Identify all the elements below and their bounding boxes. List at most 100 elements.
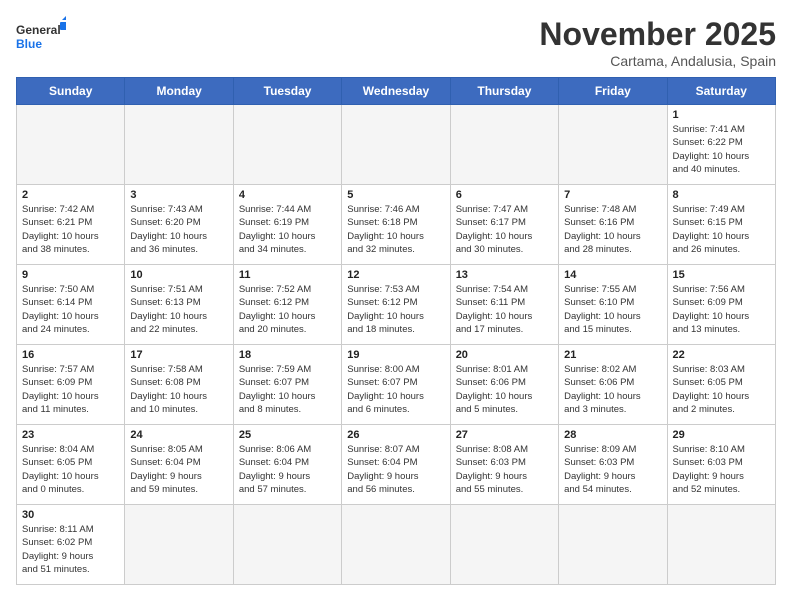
- day-info: Sunrise: 8:04 AMSunset: 6:05 PMDaylight:…: [22, 443, 119, 496]
- logo-svg: General Blue: [16, 16, 66, 56]
- calendar-day-header: Friday: [559, 78, 667, 105]
- calendar-day-cell: 18Sunrise: 7:59 AMSunset: 6:07 PMDayligh…: [233, 345, 341, 425]
- calendar-day-cell: 27 Sunrise: 8:08 AMSunset: 6:03 PMDayligh…: [450, 425, 558, 505]
- day-info: Sunrise: 7:52 AMSunset: 6:12 PMDaylight:…: [239, 283, 336, 336]
- calendar-day-cell: [125, 105, 233, 185]
- calendar-day-header: Saturday: [667, 78, 775, 105]
- day-info: Sunrise: 8:07 AMSunset: 6:04 PMDaylight:…: [347, 443, 444, 496]
- calendar-week-row: 30 Sunrise: 8:11 AMSunset: 6:02 PMDayligh…: [17, 505, 776, 585]
- calendar-day-cell: 20 Sunrise: 8:01 AMSunset: 6:06 PMDayligh…: [450, 345, 558, 425]
- day-info: Sunrise: 7:46 AMSunset: 6:18 PMDaylight:…: [347, 203, 444, 256]
- day-info: Sunrise: 7:55 AMSunset: 6:10 PMDaylight:…: [564, 283, 661, 336]
- calendar-day-cell: 19Sunrise: 8:00 AMSunset: 6:07 PMDayligh…: [342, 345, 450, 425]
- day-info: Sunrise: 7:44 AMSunset: 6:19 PMDaylight:…: [239, 203, 336, 256]
- day-number: 20: [456, 349, 553, 361]
- day-number: 15: [673, 269, 770, 281]
- calendar-day-cell: [667, 505, 775, 585]
- calendar-day-cell: 26 Sunrise: 8:07 AMSunset: 6:04 PMDayligh…: [342, 425, 450, 505]
- day-number: 14: [564, 269, 661, 281]
- day-info: Sunrise: 7:54 AMSunset: 6:11 PMDaylight:…: [456, 283, 553, 336]
- calendar-day-cell: [342, 505, 450, 585]
- svg-text:Blue: Blue: [16, 37, 42, 51]
- calendar-day-cell: [450, 105, 558, 185]
- day-info: Sunrise: 8:09 AMSunset: 6:03 PMDaylight:…: [564, 443, 661, 496]
- calendar-day-cell: 17 Sunrise: 7:58 AMSunset: 6:08 PMDayligh…: [125, 345, 233, 425]
- day-number: 2: [22, 189, 119, 201]
- calendar-day-cell: 29Sunrise: 8:10 AMSunset: 6:03 PMDayligh…: [667, 425, 775, 505]
- calendar-day-cell: [233, 105, 341, 185]
- calendar-day-cell: 15 Sunrise: 7:56 AMSunset: 6:09 PMDayligh…: [667, 265, 775, 345]
- title-area: November 2025 Cartama, Andalusia, Spain: [539, 16, 776, 69]
- day-info: Sunrise: 7:56 AMSunset: 6:09 PMDaylight:…: [673, 283, 770, 336]
- calendar-table: SundayMondayTuesdayWednesdayThursdayFrid…: [16, 77, 776, 585]
- day-info: Sunrise: 8:01 AMSunset: 6:06 PMDaylight:…: [456, 363, 553, 416]
- day-info: Sunrise: 8:11 AMSunset: 6:02 PMDaylight:…: [22, 523, 119, 576]
- calendar-day-header: Wednesday: [342, 78, 450, 105]
- svg-text:General: General: [16, 23, 61, 37]
- day-info: Sunrise: 7:57 AMSunset: 6:09 PMDaylight:…: [22, 363, 119, 416]
- calendar-day-cell: [559, 105, 667, 185]
- calendar-week-row: 23Sunrise: 8:04 AMSunset: 6:05 PMDayligh…: [17, 425, 776, 505]
- day-number: 16: [22, 349, 119, 361]
- day-number: 17: [130, 349, 227, 361]
- calendar-week-row: 1Sunrise: 7:41 AMSunset: 6:22 PMDaylight…: [17, 105, 776, 185]
- day-number: 3: [130, 189, 227, 201]
- calendar-day-cell: 5 Sunrise: 7:46 AMSunset: 6:18 PMDaylight…: [342, 185, 450, 265]
- day-number: 27: [456, 429, 553, 441]
- day-info: Sunrise: 7:49 AMSunset: 6:15 PMDaylight:…: [673, 203, 770, 256]
- calendar-day-cell: 21Sunrise: 8:02 AMSunset: 6:06 PMDayligh…: [559, 345, 667, 425]
- day-number: 9: [22, 269, 119, 281]
- day-info: Sunrise: 7:48 AMSunset: 6:16 PMDaylight:…: [564, 203, 661, 256]
- calendar-day-header: Sunday: [17, 78, 125, 105]
- day-info: Sunrise: 7:58 AMSunset: 6:08 PMDaylight:…: [130, 363, 227, 416]
- day-number: 6: [456, 189, 553, 201]
- day-info: Sunrise: 7:50 AMSunset: 6:14 PMDaylight:…: [22, 283, 119, 336]
- day-number: 5: [347, 189, 444, 201]
- day-info: Sunrise: 8:08 AMSunset: 6:03 PMDaylight:…: [456, 443, 553, 496]
- day-info: Sunrise: 8:06 AMSunset: 6:04 PMDaylight:…: [239, 443, 336, 496]
- calendar-day-cell: 22 Sunrise: 8:03 AMSunset: 6:05 PMDayligh…: [667, 345, 775, 425]
- calendar-day-cell: [559, 505, 667, 585]
- day-number: 26: [347, 429, 444, 441]
- calendar-day-cell: [125, 505, 233, 585]
- day-info: Sunrise: 7:51 AMSunset: 6:13 PMDaylight:…: [130, 283, 227, 336]
- day-number: 12: [347, 269, 444, 281]
- calendar-week-row: 2 Sunrise: 7:42 AMSunset: 6:21 PMDaylight…: [17, 185, 776, 265]
- day-info: Sunrise: 8:05 AMSunset: 6:04 PMDaylight:…: [130, 443, 227, 496]
- day-number: 1: [673, 109, 770, 121]
- calendar-day-cell: 13 Sunrise: 7:54 AMSunset: 6:11 PMDayligh…: [450, 265, 558, 345]
- calendar-day-cell: 24Sunrise: 8:05 AMSunset: 6:04 PMDayligh…: [125, 425, 233, 505]
- calendar-day-cell: [450, 505, 558, 585]
- page-header: General Blue November 2025 Cartama, Anda…: [16, 16, 776, 69]
- calendar-day-cell: 9 Sunrise: 7:50 AMSunset: 6:14 PMDaylight…: [17, 265, 125, 345]
- calendar-day-cell: 8 Sunrise: 7:49 AMSunset: 6:15 PMDaylight…: [667, 185, 775, 265]
- day-number: 22: [673, 349, 770, 361]
- day-number: 18: [239, 349, 336, 361]
- location-title: Cartama, Andalusia, Spain: [539, 53, 776, 69]
- calendar-day-cell: 28Sunrise: 8:09 AMSunset: 6:03 PMDayligh…: [559, 425, 667, 505]
- calendar-day-cell: [233, 505, 341, 585]
- day-info: Sunrise: 8:03 AMSunset: 6:05 PMDaylight:…: [673, 363, 770, 416]
- day-number: 7: [564, 189, 661, 201]
- calendar-day-cell: 4 Sunrise: 7:44 AMSunset: 6:19 PMDaylight…: [233, 185, 341, 265]
- day-number: 13: [456, 269, 553, 281]
- logo: General Blue: [16, 16, 66, 56]
- calendar-day-cell: 6Sunrise: 7:47 AMSunset: 6:17 PMDaylight…: [450, 185, 558, 265]
- day-number: 19: [347, 349, 444, 361]
- calendar-day-header: Thursday: [450, 78, 558, 105]
- calendar-day-cell: 1Sunrise: 7:41 AMSunset: 6:22 PMDaylight…: [667, 105, 775, 185]
- day-number: 11: [239, 269, 336, 281]
- day-number: 30: [22, 509, 119, 521]
- calendar-day-cell: 12Sunrise: 7:53 AMSunset: 6:12 PMDayligh…: [342, 265, 450, 345]
- day-info: Sunrise: 8:10 AMSunset: 6:03 PMDaylight:…: [673, 443, 770, 496]
- day-number: 4: [239, 189, 336, 201]
- calendar-day-header: Monday: [125, 78, 233, 105]
- calendar-day-header: Tuesday: [233, 78, 341, 105]
- calendar-day-cell: 10Sunrise: 7:51 AMSunset: 6:13 PMDayligh…: [125, 265, 233, 345]
- calendar-day-cell: [17, 105, 125, 185]
- day-info: Sunrise: 7:43 AMSunset: 6:20 PMDaylight:…: [130, 203, 227, 256]
- calendar-day-cell: 16 Sunrise: 7:57 AMSunset: 6:09 PMDayligh…: [17, 345, 125, 425]
- day-info: Sunrise: 7:42 AMSunset: 6:21 PMDaylight:…: [22, 203, 119, 256]
- day-number: 8: [673, 189, 770, 201]
- calendar-day-cell: 14 Sunrise: 7:55 AMSunset: 6:10 PMDayligh…: [559, 265, 667, 345]
